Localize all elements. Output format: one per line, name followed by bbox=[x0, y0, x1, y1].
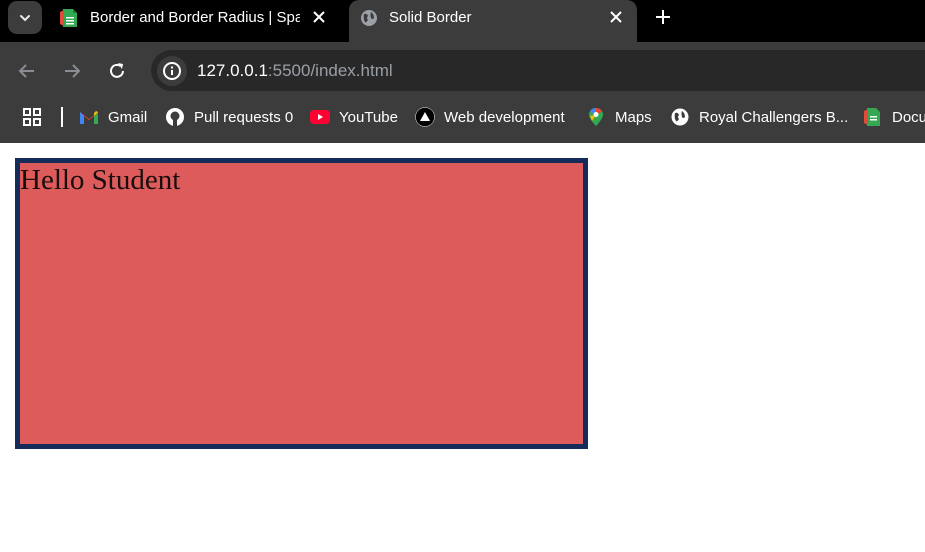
address-bar[interactable]: 127.0.0.1:5500/index.html bbox=[151, 50, 925, 91]
apps-button[interactable] bbox=[22, 105, 51, 129]
url-text: 127.0.0.1:5500/index.html bbox=[197, 61, 393, 81]
tab-title: Solid Border bbox=[389, 9, 472, 26]
browser-toolbar: 127.0.0.1:5500/index.html bbox=[0, 42, 925, 100]
bookmark-gmail[interactable]: Gmail bbox=[79, 105, 147, 129]
bookmark-label: YouTube bbox=[339, 108, 398, 126]
reload-icon bbox=[110, 63, 124, 78]
bookmark-youtube[interactable]: YouTube bbox=[310, 105, 398, 129]
bookmark-label: Pull requests 0 bbox=[194, 108, 294, 126]
close-icon[interactable] bbox=[607, 8, 625, 26]
triangle-icon bbox=[415, 107, 435, 127]
bookmark-label: Gmail bbox=[108, 108, 148, 126]
page-viewport: Hello Student bbox=[0, 143, 925, 552]
forward-button[interactable] bbox=[61, 60, 83, 82]
arrow-right-icon bbox=[65, 64, 81, 78]
bookmark-label: Docu bbox=[892, 108, 925, 126]
tab-search-button[interactable] bbox=[8, 1, 42, 34]
box-text: Hello Student bbox=[20, 164, 181, 196]
arrow-left-icon bbox=[18, 64, 34, 78]
url-host: 127.0.0.1 bbox=[197, 61, 268, 80]
reload-button[interactable] bbox=[106, 60, 128, 82]
bookmark-label: Maps bbox=[615, 108, 652, 126]
github-icon bbox=[165, 107, 185, 127]
docs-icon bbox=[863, 107, 883, 127]
plus-icon bbox=[656, 10, 670, 24]
apps-grid-icon bbox=[22, 107, 42, 127]
globe-icon bbox=[670, 107, 690, 127]
bookmark-maps[interactable]: Maps bbox=[586, 105, 652, 129]
tab-title: Border and Border Radius | Spar bbox=[90, 9, 300, 26]
bookmarks-bar: Gmail Pull requests 0 YouTube Web develo… bbox=[0, 100, 925, 143]
url-path: :5500/index.html bbox=[267, 61, 393, 80]
bookmark-royal-challengers[interactable]: Royal Challengers B... bbox=[670, 105, 848, 129]
tab-border-radius[interactable]: Border and Border Radius | Spar bbox=[50, 0, 340, 42]
bookmark-docs[interactable]: Docu bbox=[863, 105, 925, 129]
info-icon bbox=[163, 62, 181, 80]
chevron-down-icon bbox=[20, 14, 30, 21]
bookmark-label: Royal Challengers B... bbox=[699, 108, 849, 126]
gmail-icon bbox=[79, 107, 99, 127]
maps-pin-icon bbox=[586, 107, 606, 127]
sheets-icon bbox=[60, 8, 80, 28]
new-tab-button[interactable] bbox=[652, 6, 674, 28]
bookmark-label: Web development bbox=[444, 108, 565, 126]
bookmarks-divider bbox=[61, 107, 63, 127]
bordered-box: Hello Student bbox=[15, 158, 588, 449]
close-icon[interactable] bbox=[310, 8, 328, 26]
globe-icon bbox=[359, 8, 379, 28]
site-info-button[interactable] bbox=[157, 56, 187, 86]
tab-solid-border[interactable]: Solid Border bbox=[349, 0, 637, 42]
bookmark-web-development[interactable]: Web development bbox=[415, 105, 565, 129]
tab-strip: Border and Border Radius | Spar Solid Bo… bbox=[0, 0, 925, 42]
bookmark-pull-requests[interactable]: Pull requests 0 bbox=[165, 105, 293, 129]
back-button[interactable] bbox=[16, 60, 38, 82]
youtube-icon bbox=[310, 107, 330, 127]
